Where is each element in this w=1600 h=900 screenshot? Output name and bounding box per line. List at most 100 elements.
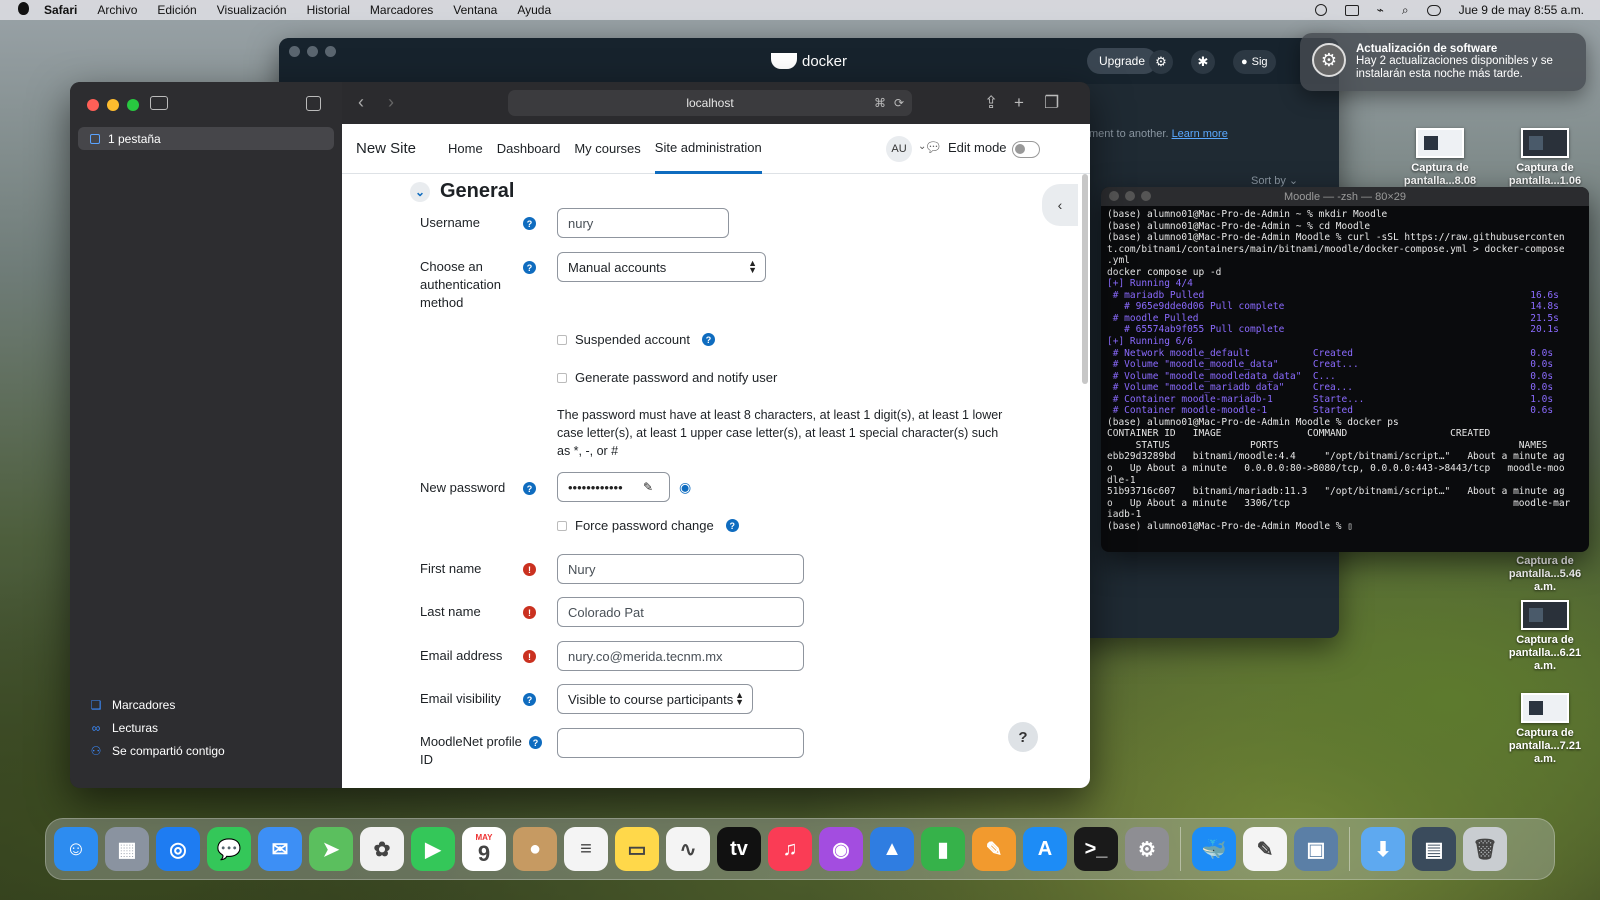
docker-minimize-button[interactable] <box>307 46 318 57</box>
safari-zoom-button[interactable] <box>127 99 139 111</box>
wifi-off-icon[interactable]: ⌁ <box>1377 3 1384 17</box>
generate-password-checkbox[interactable]: Generate password and notify user <box>557 370 777 385</box>
required-icon[interactable]: ! <box>523 563 536 576</box>
menu-ayuda[interactable]: Ayuda <box>517 3 551 17</box>
dock-app-preview[interactable]: ▣ <box>1294 827 1338 871</box>
required-icon[interactable]: ! <box>523 606 536 619</box>
docker-status-icon[interactable] <box>1314 4 1327 16</box>
dock-app-podcasts[interactable]: ◉ <box>819 827 863 871</box>
nav-site-administration[interactable]: Site administration <box>654 124 762 174</box>
dock-app-freeform[interactable]: ∿ <box>666 827 710 871</box>
suspended-account-checkbox[interactable]: Suspended account? <box>557 332 715 347</box>
sidebar-item-lecturas[interactable]: ∞ Lecturas <box>90 721 158 735</box>
docker-sort-by[interactable]: Sort by ⌄ <box>1251 174 1298 187</box>
translate-icon[interactable]: ⌘ <box>874 96 886 110</box>
docker-upgrade-button[interactable]: Upgrade <box>1087 48 1158 74</box>
dock-app-screenshots[interactable]: ▤ <box>1412 827 1456 871</box>
reveal-password-eye-icon[interactable]: ◉ <box>679 479 691 496</box>
menu-app-safari[interactable]: Safari <box>44 3 77 17</box>
apple-menu-icon[interactable] <box>18 2 40 18</box>
spotlight-icon[interactable]: ⌕ <box>1402 3 1409 18</box>
docker-close-button[interactable] <box>289 46 300 57</box>
sidebar-item-shared[interactable]: ⚇ Se compartió contigo <box>90 744 225 758</box>
auth-method-select[interactable]: Manual accounts ▲ ▼ <box>557 252 766 282</box>
moodlenet-field[interactable] <box>557 728 804 758</box>
menu-ventana[interactable]: Ventana <box>453 3 497 17</box>
software-update-notification[interactable]: ⚙ Actualización de software Hay 2 actual… <box>1300 33 1586 91</box>
dock-app-messages[interactable]: 💬 <box>207 827 251 871</box>
docker-learn-more-link[interactable]: Learn more <box>1172 128 1228 140</box>
terminal-zoom-button[interactable] <box>1141 191 1151 201</box>
dock-app-maps[interactable]: ➤ <box>309 827 353 871</box>
sidebar-item-marcadores[interactable]: ❑ Marcadores <box>90 698 176 712</box>
back-icon[interactable]: ‹ <box>358 92 364 113</box>
site-name[interactable]: New Site <box>356 140 416 157</box>
help-icon[interactable]: ? <box>701 333 715 346</box>
page-scrollbar[interactable] <box>1082 174 1088 384</box>
help-icon[interactable]: ? <box>523 482 536 495</box>
dock-app-docker[interactable]: 🐳 <box>1192 827 1236 871</box>
last-name-field[interactable]: Colorado Pat <box>557 597 804 627</box>
new-password-field[interactable]: •••••••••••• ✎ <box>557 472 670 502</box>
terminal-close-button[interactable] <box>1109 191 1119 201</box>
checkbox-box[interactable] <box>557 334 567 345</box>
terminal-window[interactable]: Moodle — -zsh — 80×29 (base) alumno01@Ma… <box>1101 187 1589 552</box>
terminal-minimize-button[interactable] <box>1125 191 1135 201</box>
nav-my-courses[interactable]: My courses <box>574 124 640 174</box>
address-bar[interactable]: localhost ⟳ ⌘ <box>508 90 912 116</box>
tab-overview-icon[interactable]: ❐ <box>1044 93 1059 113</box>
open-drawer-button[interactable]: ‹ <box>1042 184 1078 226</box>
help-question-button[interactable]: ? <box>1008 722 1038 752</box>
user-menu-chevron-icon[interactable]: ⌄ <box>918 141 926 152</box>
menu-archivo[interactable]: Archivo <box>97 3 137 17</box>
reload-icon[interactable]: ⟳ <box>894 96 904 110</box>
dock-app-keynote[interactable]: ▲ <box>870 827 914 871</box>
user-avatar[interactable]: AU <box>886 136 912 162</box>
dock-app-pages[interactable]: ✎ <box>972 827 1016 871</box>
desktop-file-screenshot[interactable]: Captura de pantalla...7.21 a.m. <box>1500 693 1590 766</box>
docker-bug-icon[interactable]: ✱ <box>1191 50 1215 74</box>
nav-dashboard[interactable]: Dashboard <box>497 124 561 174</box>
dock-app-trash[interactable]: 🗑 <box>1463 827 1507 871</box>
dock-app-downloads[interactable]: ⬇ <box>1361 827 1405 871</box>
dock-app-notes[interactable]: ▭ <box>615 827 659 871</box>
required-icon[interactable]: ! <box>523 650 536 663</box>
menu-visualizacion[interactable]: Visualización <box>217 3 287 17</box>
dock-app-numbers[interactable]: ▮ <box>921 827 965 871</box>
new-tab-icon[interactable]: + <box>1014 93 1024 113</box>
control-center-icon[interactable] <box>1426 4 1441 16</box>
forward-icon[interactable]: › <box>388 92 394 113</box>
dock-app-system-settings[interactable]: ⚙ <box>1125 827 1169 871</box>
force-password-change-checkbox[interactable]: Force password change? <box>557 518 739 533</box>
first-name-field[interactable]: Nury <box>557 554 804 584</box>
messages-icon[interactable]: 💬︎ <box>924 139 942 156</box>
dock-app-music[interactable]: ♫ <box>768 827 812 871</box>
screen-mirroring-icon[interactable] <box>1344 4 1359 16</box>
docker-zoom-button[interactable] <box>325 46 336 57</box>
menubar-datetime[interactable]: Jue 9 de may 8:55 a.m. <box>1459 3 1584 17</box>
safari-close-button[interactable] <box>87 99 99 111</box>
nav-home[interactable]: Home <box>448 124 483 174</box>
terminal-output[interactable]: (base) alumno01@Mac-Pro-de-Admin ~ % mkd… <box>1101 206 1589 535</box>
menu-edicion[interactable]: Edición <box>157 3 196 17</box>
dock-app-photos[interactable]: ✿ <box>360 827 404 871</box>
dock-app-facetime[interactable]: ▶ <box>411 827 455 871</box>
menu-historial[interactable]: Historial <box>307 3 350 17</box>
dock-app-app-store[interactable]: A <box>1023 827 1067 871</box>
sidebar-item-tabs[interactable]: 1 pestaña <box>78 127 334 150</box>
edit-mode-toggle[interactable] <box>1012 141 1040 158</box>
section-general[interactable]: ⌄ General <box>410 180 514 203</box>
safari-minimize-button[interactable] <box>107 99 119 111</box>
edit-pencil-icon[interactable]: ✎ <box>643 480 653 494</box>
dock-app-calendar[interactable]: MAY 9 <box>462 827 506 871</box>
checkbox-box[interactable] <box>557 372 567 383</box>
sidebar-toggle-icon[interactable] <box>150 96 168 110</box>
dock-app-mail[interactable]: ✉ <box>258 827 302 871</box>
desktop-file-screenshot[interactable]: Captura de pantalla...1.06 a.m. <box>1500 94 1590 201</box>
docker-sign-in-button[interactable]: ● Sig <box>1233 50 1276 74</box>
new-tab-group-icon[interactable] <box>306 96 321 111</box>
help-icon[interactable]: ? <box>523 693 536 706</box>
checkbox-box[interactable] <box>557 520 567 531</box>
docker-settings-icon[interactable]: ⚙ <box>1149 50 1173 74</box>
dock-app-contacts[interactable]: ● <box>513 827 557 871</box>
